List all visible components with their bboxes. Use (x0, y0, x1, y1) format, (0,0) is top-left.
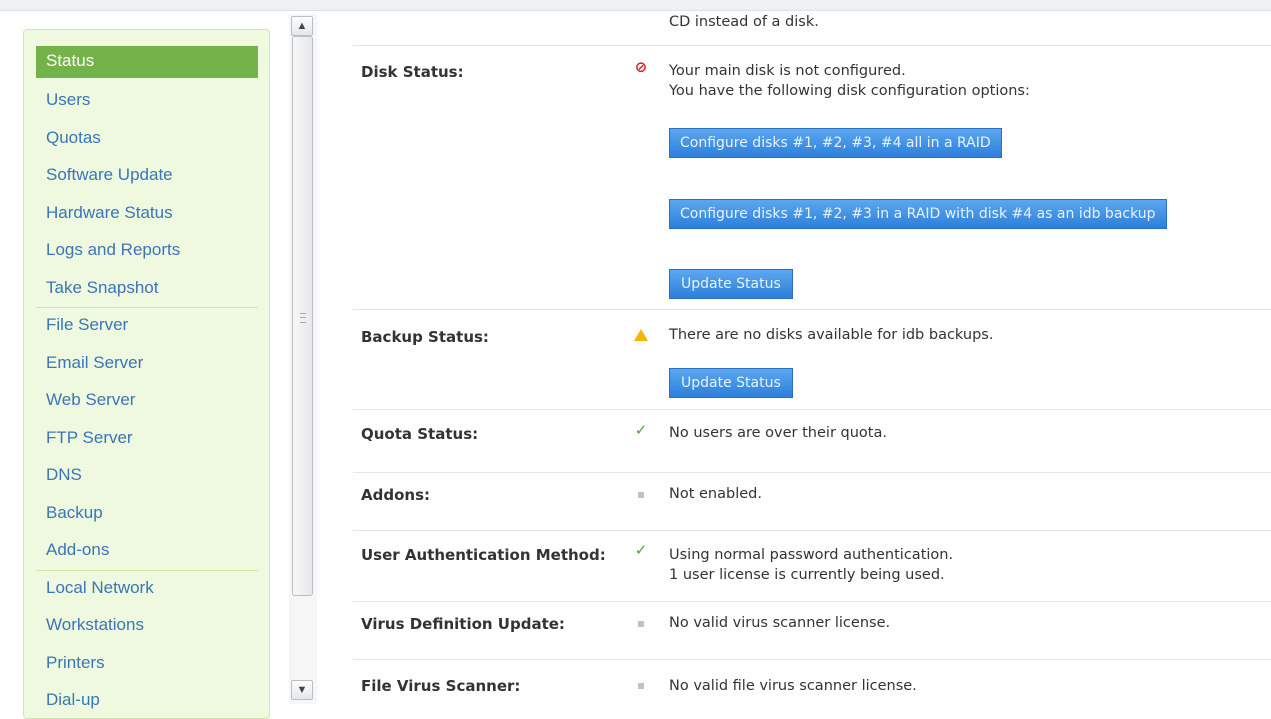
sidebar-item-status[interactable]: Status (36, 46, 258, 78)
user-auth-line2: 1 user license is currently being used. (669, 567, 945, 583)
sidebar-item-hardware-status[interactable]: Hardware Status (36, 196, 258, 234)
configure-raid-backup-button[interactable]: Configure disks #1, #2, #3 in a RAID wit… (669, 199, 1167, 229)
virus-definition-text: No valid virus scanner license. (669, 615, 891, 631)
file-virus-scanner-text: No valid file virus scanner license. (669, 678, 917, 694)
top-continued-text: CD instead of a disk. (669, 14, 819, 30)
backup-status-row: Backup Status: There are no disks availa… (353, 309, 1271, 409)
bullet-icon-wrap (633, 489, 649, 505)
backup-update-status-button[interactable]: Update Status (669, 368, 793, 398)
grip-icon (300, 313, 306, 323)
sidebar-item-workstations[interactable]: Workstations (36, 608, 258, 646)
bullet-icon-wrap (633, 618, 649, 634)
sidebar-item-software-update[interactable]: Software Update (36, 158, 258, 196)
up-arrow-icon[interactable]: ▲ (291, 16, 313, 36)
disk-status-line2: You have the following disk configuratio… (669, 83, 1030, 99)
user-auth-row: User Authentication Method: ✓ Using norm… (353, 530, 1271, 601)
quota-status-label: Quota Status: (361, 425, 479, 443)
quota-status-row: Quota Status: ✓ No users are over their … (353, 409, 1271, 472)
check-icon: ✓ (634, 422, 648, 439)
sidebar: Status Users Quotas Software Update Hard… (23, 29, 270, 719)
sidebar-item-printers[interactable]: Printers (36, 646, 258, 684)
down-arrow-icon[interactable]: ▼ (291, 680, 313, 700)
disk-update-status-button[interactable]: Update Status (669, 269, 793, 299)
sidebar-item-ftp-server[interactable]: FTP Server (36, 421, 258, 459)
virus-definition-row: Virus Definition Update: No valid virus … (353, 601, 1271, 659)
backup-status-label: Backup Status: (361, 328, 489, 346)
bullet-icon (638, 621, 644, 627)
warning-icon-wrap (633, 329, 649, 345)
file-virus-scanner-label: File Virus Scanner: (361, 677, 521, 695)
sidebar-item-backup[interactable]: Backup (36, 496, 258, 534)
bullet-icon (638, 492, 644, 498)
sidebar-item-web-server[interactable]: Web Server (36, 383, 258, 421)
sidebar-item-logs-and-reports[interactable]: Logs and Reports (36, 233, 258, 271)
backup-status-text: There are no disks available for idb bac… (669, 327, 994, 343)
user-auth-text: Using normal password authentication. 1 … (669, 545, 953, 585)
vertical-scrollbar[interactable]: ▲ ▼ (289, 14, 317, 704)
file-virus-scanner-row: File Virus Scanner: No valid file virus … (353, 659, 1271, 704)
sidebar-item-add-ons[interactable]: Add-ons (36, 533, 258, 571)
addons-row: Addons: Not enabled. (353, 472, 1271, 530)
disk-status-line1: Your main disk is not configured. (669, 63, 906, 79)
sidebar-item-dial-up[interactable]: Dial-up (36, 683, 258, 718)
bullet-icon-wrap (633, 680, 649, 696)
disk-status-label: Disk Status: (361, 63, 464, 81)
quota-status-text: No users are over their quota. (669, 425, 887, 441)
addons-text: Not enabled. (669, 486, 762, 502)
addons-label: Addons: (361, 486, 430, 504)
error-icon: ⊘ (634, 59, 648, 76)
sidebar-item-local-network[interactable]: Local Network (36, 571, 258, 609)
status-content: CD instead of a disk. Disk Status: ⊘ You… (353, 0, 1271, 704)
sidebar-item-file-server[interactable]: File Server (36, 308, 258, 346)
sidebar-nav: Status Users Quotas Software Update Hard… (24, 30, 269, 718)
sidebar-item-dns[interactable]: DNS (36, 458, 258, 496)
sidebar-item-take-snapshot[interactable]: Take Snapshot (36, 271, 258, 308)
bullet-icon (638, 683, 644, 689)
scrollbar-thumb[interactable] (292, 36, 313, 596)
disk-status-text: Your main disk is not configured. You ha… (669, 61, 1030, 101)
sidebar-item-email-server[interactable]: Email Server (36, 346, 258, 384)
sidebar-item-users[interactable]: Users (36, 83, 258, 121)
virus-definition-label: Virus Definition Update: (361, 615, 565, 633)
check-icon: ✓ (634, 542, 648, 559)
disk-status-row: Disk Status: ⊘ Your main disk is not con… (353, 45, 1271, 309)
sidebar-item-quotas[interactable]: Quotas (36, 121, 258, 159)
user-auth-label: User Authentication Method: (361, 546, 606, 564)
user-auth-line1: Using normal password authentication. (669, 547, 954, 563)
configure-raid-all-button[interactable]: Configure disks #1, #2, #3, #4 all in a … (669, 128, 1002, 158)
warning-icon (634, 329, 648, 341)
